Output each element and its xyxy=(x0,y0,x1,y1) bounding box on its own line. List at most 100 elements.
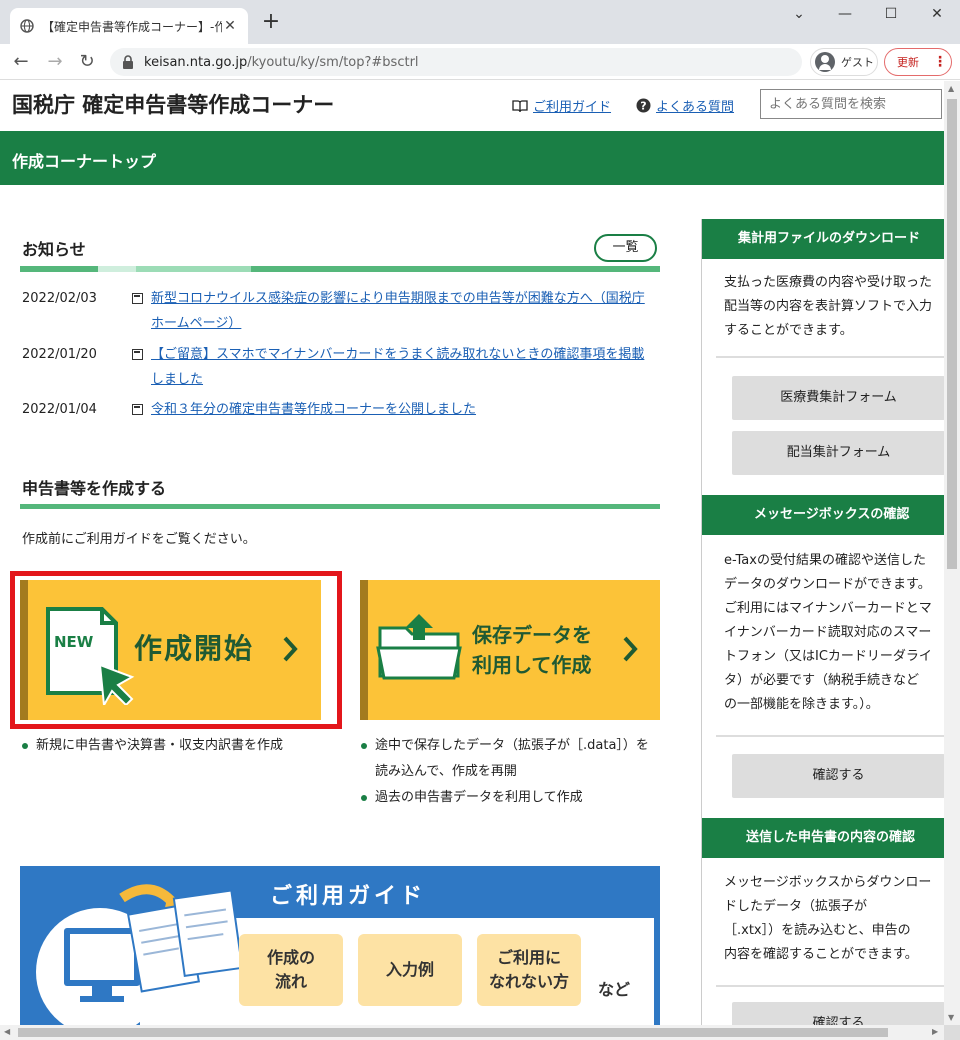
document-icon xyxy=(132,349,143,360)
news-item: 2022/01/20 【ご留意】スマホでマイナンバーカードをうまく読み取れないと… xyxy=(22,342,662,394)
new-tab-icon[interactable]: + xyxy=(260,11,282,34)
news-item: 2022/01/04 令和３年分の確定申告書等作成コーナーを公開しました xyxy=(22,397,662,423)
news-date: 2022/02/03 xyxy=(22,291,97,306)
scroll-left-icon[interactable]: ◀ xyxy=(4,1027,10,1036)
more-menu-icon: ⋮ xyxy=(933,54,947,70)
dividend-form-button[interactable]: 配当集計フォーム xyxy=(732,431,944,475)
create-heading: 申告書等を作成する xyxy=(22,479,167,498)
chevron-right-icon xyxy=(623,636,638,662)
guide-chip-unavailable[interactable]: ご利用に なれない方 xyxy=(477,934,581,1006)
news-date: 2022/01/20 xyxy=(22,347,97,362)
news-divider xyxy=(20,266,660,272)
minimize-icon[interactable]: — xyxy=(830,6,860,26)
guide-link-label: ご利用ガイド xyxy=(533,100,612,115)
note-item: 過去の申告書データを利用して作成 xyxy=(361,785,661,811)
news-link[interactable]: 令和３年分の確定申告書等作成コーナーを公開しました xyxy=(151,397,651,422)
saved-data-notes: 途中で保存したデータ（拡張子が［.data］）を読み込んで、作成を再開 過去の申… xyxy=(361,733,661,811)
document-icon xyxy=(132,293,143,304)
browser-tab[interactable]: 【確定申告書等作成コーナー】-作成コ ✕ xyxy=(10,8,248,44)
page-content: 国税庁 確定申告書等作成コーナー ご利用ガイド ? よくある質問 作成コーナート… xyxy=(0,81,944,1025)
address-bar[interactable]: keisan.nta.go.jp/kyoutu/ky/sm/top?#bsctr… xyxy=(110,48,802,76)
document-icon xyxy=(132,404,143,415)
guest-profile-button[interactable]: ゲスト xyxy=(810,48,878,76)
news-list-button[interactable]: 一覧 xyxy=(594,234,657,262)
scroll-down-icon[interactable]: ▼ xyxy=(948,1013,954,1022)
guide-chip-flow[interactable]: 作成の 流れ xyxy=(239,934,343,1006)
scroll-right-icon[interactable]: ▶ xyxy=(932,1027,938,1036)
use-saved-data-line2: 利用して作成 xyxy=(472,653,592,677)
scroll-up-icon[interactable]: ▲ xyxy=(948,84,954,93)
sent-confirm-button[interactable]: 確認する xyxy=(732,1002,944,1025)
use-saved-data-label: 保存データを 利用して作成 xyxy=(472,620,592,680)
update-label: 更新 xyxy=(897,56,919,69)
forward-icon[interactable]: → xyxy=(44,51,66,73)
messagebox-confirm-button[interactable]: 確認する xyxy=(732,754,944,798)
horizontal-scrollbar[interactable]: ◀ ▶ xyxy=(0,1025,944,1040)
folder-upload-icon xyxy=(376,614,462,680)
back-icon[interactable]: ← xyxy=(10,51,32,73)
sent-text: メッセージボックスからダウンロー ドしたデータ（拡張子が ［.xtx］）を読み込… xyxy=(724,875,932,962)
create-intro: 作成前にご利用ガイドをご覧ください。 xyxy=(22,532,256,547)
tab-search-chevron-icon[interactable]: ⌄ xyxy=(784,6,814,26)
tab-close-icon[interactable]: ✕ xyxy=(222,18,238,34)
svg-text:?: ? xyxy=(640,100,646,113)
sidebar-divider xyxy=(716,356,944,358)
download-text: 支払った医療費の内容や受け取った 配当等の内容を表計算ソフトで入力 することがで… xyxy=(724,275,933,338)
sidebar-divider xyxy=(716,985,944,987)
guest-label: ゲスト xyxy=(841,56,874,69)
url-path: /kyoutu/ky/sm/top?#bsctrl xyxy=(247,54,419,70)
sidebar-divider xyxy=(716,735,944,737)
medical-form-button[interactable]: 医療費集計フォーム xyxy=(732,376,944,420)
start-create-button[interactable]: NEW 作成開始 xyxy=(20,580,321,720)
globe-icon xyxy=(20,19,34,33)
start-create-label: 作成開始 xyxy=(134,632,255,665)
lock-icon xyxy=(123,55,133,69)
faq-search-input[interactable] xyxy=(760,89,942,119)
news-heading: お知らせ xyxy=(22,240,86,259)
horizontal-scroll-thumb[interactable] xyxy=(18,1028,888,1037)
use-saved-data-line1: 保存データを xyxy=(472,623,592,647)
guide-title: ご利用ガイド xyxy=(270,884,427,909)
note-item: 途中で保存したデータ（拡張子が［.data］）を読み込んで、作成を再開 xyxy=(361,733,661,785)
question-icon: ? xyxy=(636,98,651,113)
tab-title: 【確定申告書等作成コーナー】-作成コ xyxy=(42,19,222,34)
url-host: keisan.nta.go.jp xyxy=(144,54,248,70)
chevron-right-icon xyxy=(283,636,298,662)
vertical-scroll-thumb[interactable] xyxy=(947,99,957,569)
window-close-icon[interactable]: ✕ xyxy=(922,6,952,26)
faq-link-label: よくある質問 xyxy=(656,100,735,115)
news-link[interactable]: 新型コロナウイルス感染症の影響により申告期限までの申告等が困難な方へ（国税庁ホー… xyxy=(151,286,651,336)
button-strip xyxy=(360,580,368,720)
guide-etc: など xyxy=(598,980,631,999)
faq-link[interactable]: ? よくある質問 xyxy=(636,96,734,115)
news-date: 2022/01/04 xyxy=(22,402,97,417)
site-title[interactable]: 国税庁 確定申告書等作成コーナー xyxy=(12,89,334,119)
guide-chip-examples[interactable]: 入力例 xyxy=(358,934,462,1006)
create-divider xyxy=(20,504,660,509)
messagebox-text: e-Taxの受付結果の確認や送信した データのダウンロードができます。 ご利用に… xyxy=(724,553,932,712)
vertical-scrollbar[interactable]: ▲ ▼ xyxy=(944,81,960,1025)
guide-illustration-icon xyxy=(36,884,244,1025)
sent-heading: 送信した申告書の内容の確認 xyxy=(702,818,944,858)
start-create-notes: 新規に申告書や決算書・収支内訳書を作成 xyxy=(22,733,342,759)
new-document-icon xyxy=(46,607,135,705)
browser-tab-strip: 【確定申告書等作成コーナー】-作成コ ✕ + ⌄ — ☐ ✕ xyxy=(0,0,960,44)
news-item: 2022/02/03 新型コロナウイルス感染症の影響により申告期限までの申告等が… xyxy=(22,286,662,338)
guide-link[interactable]: ご利用ガイド xyxy=(512,96,611,115)
scrollbar-corner xyxy=(944,1025,960,1040)
guide-banner[interactable]: ご利用ガイド 作成の 流れ 入力例 ご利用に なれない方 など xyxy=(20,866,660,1025)
book-icon xyxy=(512,99,528,113)
note-item: 新規に申告書や決算書・収支内訳書を作成 xyxy=(22,733,342,759)
reload-icon[interactable]: ↻ xyxy=(76,51,98,73)
use-saved-data-button[interactable]: 保存データを 利用して作成 xyxy=(360,580,660,720)
download-heading: 集計用ファイルのダウンロード xyxy=(702,219,944,259)
messagebox-heading: メッセージボックスの確認 xyxy=(702,495,944,535)
new-badge: NEW xyxy=(54,633,94,651)
news-link[interactable]: 【ご留意】スマホでマイナンバーカードをうまく読み取れないときの確認事項を掲載しま… xyxy=(151,342,651,392)
avatar-icon xyxy=(815,52,835,72)
maximize-icon[interactable]: ☐ xyxy=(876,6,906,26)
breadcrumb: 作成コーナートップ xyxy=(0,131,944,185)
update-button[interactable]: 更新 ⋮ xyxy=(884,48,952,76)
sidebar: 集計用ファイルのダウンロード 支払った医療費の内容や受け取った 配当等の内容を表… xyxy=(701,219,944,1025)
button-strip xyxy=(20,580,28,720)
